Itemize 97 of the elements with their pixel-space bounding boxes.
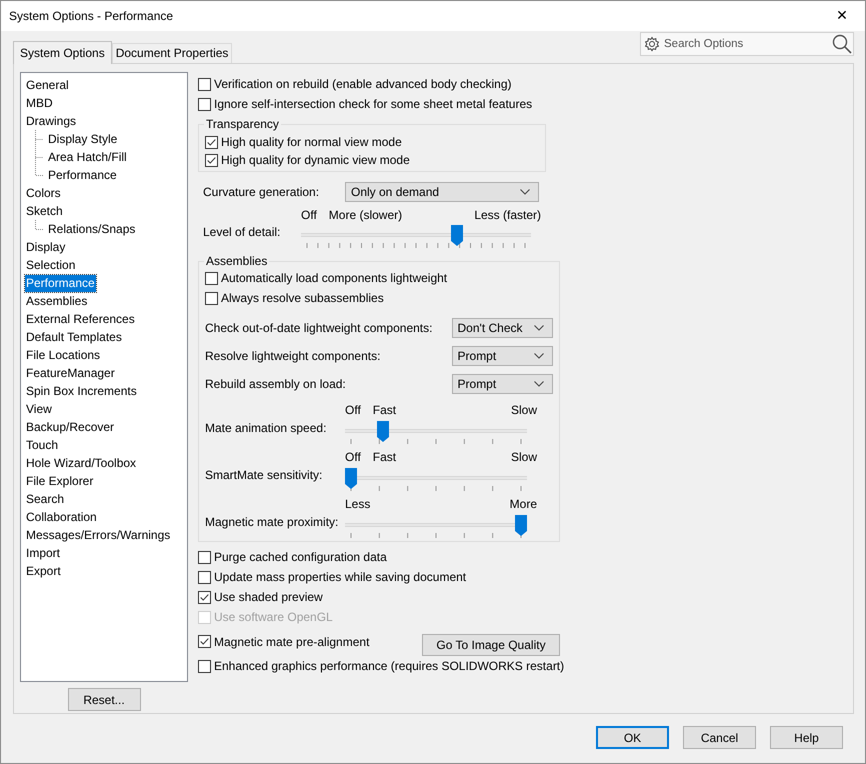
chevron-down-icon: [520, 189, 530, 195]
tree-item[interactable]: Backup/Recover: [25, 418, 116, 436]
checkbox[interactable]: [198, 78, 211, 90]
tree-item[interactable]: Messages/Errors/Warnings: [25, 526, 172, 544]
field-label: Curvature generation:: [203, 185, 320, 199]
slider-label: Fast: [372, 450, 396, 464]
tree-item[interactable]: Drawings: [25, 112, 78, 130]
search-icon[interactable]: [832, 34, 852, 54]
slider-thumb[interactable]: [345, 468, 357, 488]
tab[interactable]: System Options: [13, 41, 112, 64]
slider-label: Slow: [510, 450, 537, 464]
window-title: System Options - Performance: [8, 9, 174, 23]
tree-item[interactable]: Area Hatch/Fill: [47, 148, 128, 166]
search-field[interactable]: Search Options: [640, 32, 854, 56]
tree-item[interactable]: Sketch: [25, 202, 64, 220]
checkbox[interactable]: [198, 550, 211, 564]
dropdown[interactable]: Only on demand: [345, 182, 539, 202]
tree-item[interactable]: Display: [25, 238, 66, 256]
checkbox[interactable]: [198, 98, 211, 110]
slider-thumb[interactable]: [377, 420, 390, 442]
checkbox-label[interactable]: Automatically load components lightweight: [221, 271, 448, 285]
chevron-down-icon: [534, 353, 544, 359]
tree-item[interactable]: Import: [25, 544, 62, 562]
tree-item[interactable]: Assemblies: [25, 292, 88, 310]
group-title: Transparency: [204, 117, 281, 131]
tree-item[interactable]: View: [25, 400, 53, 418]
checkbox[interactable]: [205, 136, 218, 148]
dropdown[interactable]: Prompt: [452, 346, 553, 366]
tree-item[interactable]: File Locations: [25, 346, 102, 364]
slider-label: More (slower): [328, 208, 402, 222]
tree-connector: [35, 220, 43, 230]
slider-caption: SmartMate sensitivity:: [205, 468, 324, 482]
reset-button[interactable]: Reset...: [68, 688, 140, 711]
field-label: Check out-of-date lightweight components:: [205, 321, 434, 335]
checkbox-label[interactable]: High quality for dynamic view mode: [221, 153, 410, 167]
settings-icon: [644, 36, 660, 52]
checkbox[interactable]: [198, 570, 211, 584]
checkbox-label[interactable]: Enhanced graphics performance (requires SOLIDWORKS restart): [214, 659, 564, 673]
slider-label: Less: [345, 497, 370, 511]
checkbox-label[interactable]: Ignore self-intersection check for some sheet metal features: [214, 97, 532, 111]
slider-caption: Level of detail:: [203, 225, 282, 239]
chevron-down-icon: [534, 325, 544, 331]
field-label: Rebuild assembly on load:: [205, 377, 347, 391]
checkbox-label[interactable]: Magnetic mate pre-alignment: [214, 634, 370, 648]
tree-item[interactable]: Performance: [47, 166, 118, 184]
slider-label: Fast: [372, 403, 396, 417]
slider-thumb[interactable]: [515, 514, 527, 536]
tree-item[interactable]: Default Templates: [25, 328, 123, 346]
slider-caption: Magnetic mate proximity:: [205, 515, 340, 529]
tree-item[interactable]: Relations/Snaps: [47, 220, 136, 238]
slider-thumb[interactable]: [451, 224, 464, 246]
chevron-down-icon: [534, 381, 544, 387]
checkbox-label[interactable]: Update mass properties while saving document: [214, 570, 466, 584]
slider-label: Off: [345, 450, 361, 464]
tree-item[interactable]: General: [25, 76, 70, 94]
slider-label: Off: [301, 208, 317, 222]
slider-label: Less (faster): [474, 208, 541, 222]
tree-item[interactable]: Search: [25, 490, 66, 508]
tree-item[interactable]: Spin Box Increments: [25, 382, 138, 400]
checkbox-label[interactable]: Purge cached configuration data: [214, 550, 387, 564]
slider-label: Slow: [510, 403, 537, 417]
checkbox-label[interactable]: High quality for normal view mode: [221, 135, 402, 149]
checkbox[interactable]: [198, 635, 211, 648]
dialog-button[interactable]: Help: [770, 726, 843, 749]
dialog-button[interactable]: OK: [596, 726, 669, 749]
go-to-image-quality-button[interactable]: Go To Image Quality: [422, 634, 560, 656]
tree-item[interactable]: Hole Wizard/Toolbox: [25, 454, 138, 472]
tree-item[interactable]: File Explorer: [25, 472, 94, 490]
group-title: Assemblies: [204, 254, 270, 268]
slider-caption: Mate animation speed:: [205, 421, 328, 435]
checkbox[interactable]: [198, 660, 211, 672]
checkbox-label[interactable]: Use shaded preview: [214, 590, 323, 604]
search-input[interactable]: Search Options: [664, 38, 828, 50]
field-label: Resolve lightweight components:: [205, 349, 382, 363]
tree-item[interactable]: Colors: [25, 184, 62, 202]
tree-item[interactable]: Display Style: [47, 130, 118, 148]
close-button[interactable]: ✕: [819, 1, 865, 31]
tree-item[interactable]: Selection: [25, 256, 76, 274]
tree-item[interactable]: Export: [25, 562, 62, 580]
checkbox[interactable]: [205, 272, 218, 284]
tree-item[interactable]: Collaboration: [25, 508, 98, 526]
slider-label: More: [510, 497, 537, 511]
dropdown[interactable]: Don't Check: [452, 318, 553, 338]
checkbox-label[interactable]: Always resolve subassemblies: [221, 291, 384, 305]
checkbox[interactable]: [205, 154, 218, 166]
checkbox[interactable]: [205, 292, 218, 304]
dropdown[interactable]: Prompt: [452, 374, 553, 394]
checkbox-label[interactable]: Verification on rebuild (enable advanced body checking): [214, 77, 512, 91]
tree-item[interactable]: External References: [25, 310, 136, 328]
checkbox[interactable]: [198, 590, 211, 604]
tab[interactable]: Document Properties: [112, 43, 232, 63]
tree-item[interactable]: Performance: [25, 274, 96, 292]
tree-item[interactable]: FeatureManager: [25, 364, 116, 382]
tree-item[interactable]: Touch: [25, 436, 60, 454]
tree-item[interactable]: MBD: [25, 94, 54, 112]
slider-label: Off: [345, 403, 361, 417]
dialog-button[interactable]: Cancel: [683, 726, 756, 749]
